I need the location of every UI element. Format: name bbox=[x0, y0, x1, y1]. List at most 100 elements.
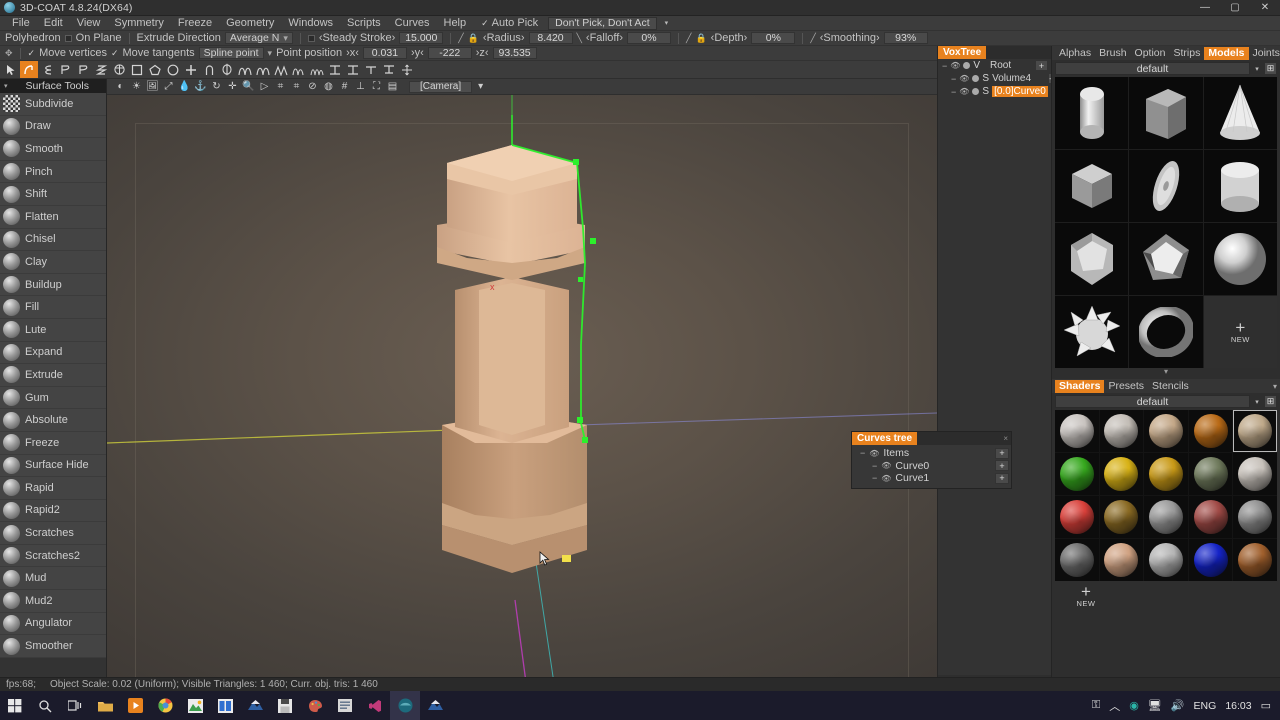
photos-icon[interactable] bbox=[180, 691, 210, 720]
point-y-value[interactable]: -222 bbox=[427, 47, 472, 59]
maximize-button[interactable]: ▢ bbox=[1220, 0, 1250, 16]
curve-wave-icon[interactable] bbox=[290, 61, 308, 78]
play-icon[interactable]: ▷ bbox=[257, 80, 272, 94]
tool-item-rapid[interactable]: Rapid bbox=[0, 477, 106, 500]
collapse-icon[interactable]: − bbox=[951, 74, 956, 84]
arch-icon[interactable] bbox=[200, 61, 218, 78]
paint-3d-taskbar-icon[interactable] bbox=[420, 691, 450, 720]
menu-windows[interactable]: Windows bbox=[281, 16, 340, 31]
tool-item-mud[interactable]: Mud bbox=[0, 567, 106, 591]
show-hidden-icons-chevron[interactable]: ︿ bbox=[1109, 698, 1120, 714]
pentagon-icon[interactable] bbox=[146, 61, 164, 78]
models-preset-dropdown[interactable]: default bbox=[1055, 62, 1250, 75]
chevron-down-icon[interactable]: ▾ bbox=[1252, 65, 1262, 73]
new-shader-button[interactable]: + NEW bbox=[1066, 583, 1106, 608]
shader-swatch[interactable] bbox=[1188, 410, 1233, 452]
no-symmetry-icon[interactable]: ⊘ bbox=[305, 80, 320, 94]
curves-tree-row[interactable]: − 👁 Curve0 + bbox=[852, 460, 1011, 473]
tab-stencils[interactable]: Stencils bbox=[1148, 380, 1193, 393]
extrude-direction-dropdown[interactable]: Average N ▾ bbox=[224, 32, 293, 44]
tab-strips[interactable]: Strips bbox=[1169, 47, 1204, 60]
remote-desktop-icon[interactable]: ⚿ bbox=[1092, 699, 1100, 712]
point-x-value[interactable]: 0.031 bbox=[362, 47, 407, 59]
move-icon[interactable]: ✛ bbox=[225, 80, 240, 94]
shader-swatch[interactable] bbox=[1188, 539, 1233, 581]
close-icon[interactable]: × bbox=[1003, 434, 1011, 443]
tool-item-pinch[interactable]: Pinch bbox=[0, 160, 106, 184]
tab-brush[interactable]: Brush bbox=[1095, 47, 1130, 60]
tool-item-scratches[interactable]: Scratches bbox=[0, 522, 106, 545]
model-item-icosahedron[interactable] bbox=[1129, 223, 1203, 295]
shader-swatch[interactable] bbox=[1099, 539, 1144, 581]
shader-swatch[interactable] bbox=[1233, 410, 1277, 452]
save-app-icon[interactable] bbox=[270, 691, 300, 720]
shader-swatch[interactable] bbox=[1055, 453, 1099, 495]
tool-item-shift[interactable]: Shift bbox=[0, 183, 106, 206]
layer-color-dot[interactable] bbox=[963, 62, 971, 69]
voxtree-tab[interactable]: VoxTree bbox=[938, 46, 987, 59]
model-item-dodecahedron[interactable] bbox=[1055, 223, 1129, 295]
move-all-icon[interactable] bbox=[398, 61, 416, 78]
add-curve-button[interactable]: + bbox=[995, 460, 1009, 472]
shader-swatch[interactable] bbox=[1055, 410, 1099, 452]
cursor-arrow-icon[interactable] bbox=[2, 61, 20, 78]
task-view-icon[interactable] bbox=[60, 691, 90, 720]
voxtree-row[interactable]: − 👁 V Root + bbox=[938, 59, 1051, 72]
chevron-down-icon[interactable]: ▾ bbox=[4, 82, 8, 90]
spline-r2-icon[interactable] bbox=[74, 61, 92, 78]
light-icon[interactable]: ☀ bbox=[129, 80, 144, 94]
model-item-sphere[interactable] bbox=[1203, 223, 1277, 295]
fullscreen-icon[interactable]: ⛶ bbox=[369, 80, 384, 94]
tab-alphas[interactable]: Alphas bbox=[1055, 47, 1095, 60]
shader-swatch[interactable] bbox=[1144, 496, 1188, 538]
clock[interactable]: 16:03 bbox=[1225, 700, 1251, 712]
model-item-disc[interactable] bbox=[1129, 150, 1203, 222]
shader-swatch[interactable] bbox=[1233, 453, 1277, 495]
curve-sharp-icon[interactable] bbox=[272, 61, 290, 78]
eye-icon[interactable]: 👁 bbox=[959, 87, 969, 96]
overflow-icon[interactable]: ▾ bbox=[1273, 382, 1280, 391]
add-preset-button[interactable]: ⊞ bbox=[1264, 62, 1277, 75]
shader-swatch[interactable] bbox=[1233, 539, 1277, 581]
rotate-icon[interactable]: ↻ bbox=[209, 80, 224, 94]
shader-swatch[interactable] bbox=[1188, 496, 1233, 538]
model-item-box[interactable] bbox=[1129, 77, 1203, 149]
measure-b-icon[interactable]: ⌗ bbox=[289, 80, 304, 94]
vs-code-icon[interactable] bbox=[360, 691, 390, 720]
align-bottom-icon[interactable] bbox=[380, 61, 398, 78]
model-item-cylinder[interactable] bbox=[1203, 150, 1277, 222]
teams-tray-icon[interactable]: ◉ bbox=[1129, 699, 1139, 712]
add-layer-button[interactable]: + bbox=[1035, 60, 1048, 71]
notification-center-icon[interactable]: ▭ bbox=[1261, 699, 1271, 712]
tab-joints[interactable]: Joints bbox=[1249, 47, 1280, 60]
layer-color-dot[interactable] bbox=[972, 88, 980, 95]
menu-help[interactable]: Help bbox=[437, 16, 474, 31]
eye-icon[interactable]: 👁 bbox=[950, 61, 960, 70]
layout-icon[interactable]: ▤ bbox=[385, 80, 400, 94]
eye-icon[interactable]: 👁 bbox=[881, 461, 891, 470]
tool-item-angulator[interactable]: Angulator bbox=[0, 612, 106, 636]
model-item-cone[interactable] bbox=[1203, 77, 1277, 149]
menu-freeze[interactable]: Freeze bbox=[171, 16, 219, 31]
tool-item-absolute[interactable]: Absolute bbox=[0, 409, 106, 432]
tool-item-expand[interactable]: Expand bbox=[0, 341, 106, 365]
collapse-icon[interactable]: − bbox=[872, 461, 877, 471]
spline-z-icon[interactable] bbox=[92, 61, 110, 78]
palette-icon[interactable] bbox=[300, 691, 330, 720]
close-button[interactable]: ✕ bbox=[1250, 0, 1280, 16]
lock-icon[interactable]: 🔒 bbox=[695, 33, 706, 44]
tool-list[interactable]: Subdivide Draw Smooth Pinch Shift Flatten Chis… bbox=[0, 93, 106, 691]
shader-swatch[interactable] bbox=[1099, 410, 1144, 452]
align-top-icon[interactable] bbox=[362, 61, 380, 78]
model-item-capsule[interactable] bbox=[1055, 77, 1129, 149]
search-icon[interactable] bbox=[30, 691, 60, 720]
tool-item-fill[interactable]: Fill bbox=[0, 296, 106, 319]
radius-value[interactable]: 8.420 bbox=[528, 32, 573, 44]
model-item-torus[interactable] bbox=[1129, 296, 1203, 368]
square-icon[interactable] bbox=[128, 61, 146, 78]
cross-icon[interactable] bbox=[182, 61, 200, 78]
auto-pick-toggle[interactable]: ✓ Auto Pick bbox=[481, 17, 538, 29]
model-item-spiky-ball[interactable] bbox=[1055, 296, 1129, 368]
tool-item-subdivide[interactable]: Subdivide bbox=[0, 93, 106, 116]
tool-item-buildup[interactable]: Buildup bbox=[0, 273, 106, 297]
